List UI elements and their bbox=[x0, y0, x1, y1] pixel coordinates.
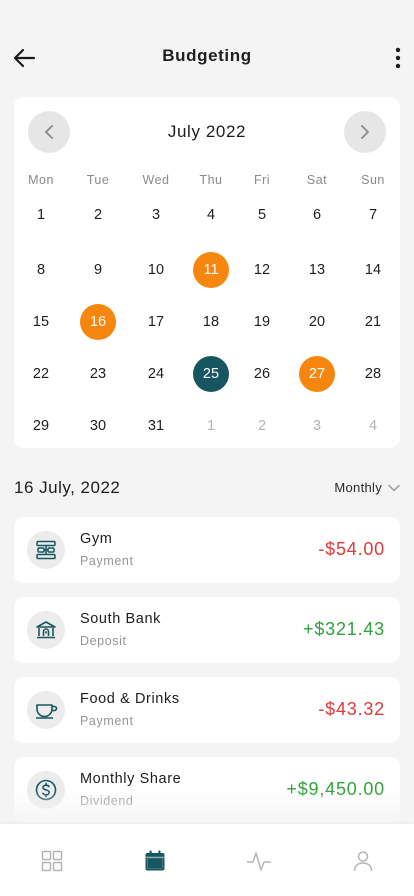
calendar-day[interactable]: 12 bbox=[244, 252, 280, 288]
calendar-day[interactable]: 10 bbox=[138, 252, 174, 288]
calendar-day[interactable]: 13 bbox=[299, 252, 335, 288]
transaction-name: Monthly Share bbox=[80, 771, 182, 787]
calendar-day[interactable]: 9 bbox=[80, 252, 116, 288]
calendar-day[interactable]: 16 bbox=[80, 304, 116, 340]
calendar-day[interactable]: 1 bbox=[23, 197, 59, 233]
calendar-day[interactable]: 4 bbox=[193, 197, 229, 233]
calendar-day[interactable]: 31 bbox=[138, 408, 174, 444]
period-dropdown[interactable]: Monthly bbox=[334, 480, 400, 495]
weekday-label: Sun bbox=[361, 173, 385, 187]
tab-dashboard[interactable] bbox=[37, 846, 67, 876]
next-month-button[interactable] bbox=[344, 111, 386, 153]
calendar-day[interactable]: 17 bbox=[138, 304, 174, 340]
page-title: Budgeting bbox=[162, 46, 252, 65]
calendar-card: July 2022 Mon Tue Wed Thu Fri Sat Sun 1 2 3 4 5 6 7 8 9… bbox=[14, 97, 400, 448]
user-icon bbox=[353, 851, 373, 872]
calendar-day[interactable]: 28 bbox=[355, 356, 391, 392]
calendar-day[interactable]: 30 bbox=[80, 408, 116, 444]
calendar-day[interactable]: 8 bbox=[23, 252, 59, 288]
month-label: July 2022 bbox=[167, 122, 247, 141]
calendar-day[interactable]: 5 bbox=[244, 197, 280, 233]
calendar-day[interactable]: 2 bbox=[80, 197, 116, 233]
activity-icon bbox=[246, 852, 272, 871]
transaction-card[interactable]: South Bank Deposit +$321.43 bbox=[14, 597, 400, 663]
date-row: 16 July, 2022 Monthly bbox=[14, 476, 400, 500]
calendar-day[interactable]: 24 bbox=[138, 356, 174, 392]
calendar-day[interactable]: 4 bbox=[355, 408, 391, 444]
calendar-day[interactable]: 21 bbox=[355, 304, 391, 340]
calendar-day[interactable]: 2 bbox=[244, 408, 280, 444]
calendar-day[interactable]: 18 bbox=[193, 304, 229, 340]
chevron-right-icon bbox=[361, 125, 369, 139]
calendar-day[interactable]: 11 bbox=[193, 252, 229, 288]
transaction-type: Payment bbox=[80, 554, 134, 568]
calendar-day[interactable]: 20 bbox=[299, 304, 335, 340]
tab-calendar[interactable] bbox=[140, 846, 170, 876]
transaction-card[interactable]: Food & Drinks Payment -$43.32 bbox=[14, 677, 400, 743]
calendar-day[interactable]: 14 bbox=[355, 252, 391, 288]
transaction-amount: -$54.00 bbox=[318, 539, 385, 559]
weekday-label: Fri bbox=[253, 173, 271, 187]
calendar-day[interactable]: 23 bbox=[80, 356, 116, 392]
calendar-day[interactable]: 19 bbox=[244, 304, 280, 340]
more-vertical-icon bbox=[395, 47, 401, 69]
bottom-tab-bar bbox=[0, 824, 414, 896]
calendar-day[interactable]: 1 bbox=[193, 408, 229, 444]
calendar-day[interactable]: 3 bbox=[299, 408, 335, 444]
scroll-fade bbox=[0, 790, 414, 826]
calendar-day[interactable]: 7 bbox=[355, 197, 391, 233]
calendar-day[interactable]: 26 bbox=[244, 356, 280, 392]
calendar-day[interactable]: 15 bbox=[23, 304, 59, 340]
bank-icon bbox=[27, 611, 65, 649]
chevron-down-icon bbox=[388, 484, 400, 491]
grid-icon bbox=[41, 850, 63, 872]
weekday-label: Thu bbox=[199, 173, 223, 187]
coffee-cup-icon bbox=[27, 691, 65, 729]
transaction-type: Deposit bbox=[80, 634, 127, 648]
weekday-label: Tue bbox=[86, 173, 110, 187]
weekday-label: Sat bbox=[306, 173, 328, 187]
transaction-name: South Bank bbox=[80, 611, 161, 627]
calendar-day[interactable]: 3 bbox=[138, 197, 174, 233]
calendar-day[interactable]: 6 bbox=[299, 197, 335, 233]
tab-profile[interactable] bbox=[348, 846, 378, 876]
calendar-day[interactable]: 29 bbox=[23, 408, 59, 444]
calendar-icon bbox=[145, 850, 165, 871]
period-dropdown-label: Monthly bbox=[334, 480, 382, 495]
transaction-amount: +$321.43 bbox=[303, 619, 385, 639]
more-options-button[interactable] bbox=[386, 42, 410, 74]
selected-date-label: 16 July, 2022 bbox=[14, 478, 121, 497]
calendar-day[interactable]: 27 bbox=[299, 356, 335, 392]
tab-activity[interactable] bbox=[244, 846, 274, 876]
transaction-type: Payment bbox=[80, 714, 134, 728]
weekday-label: Wed bbox=[142, 173, 170, 187]
transaction-name: Gym bbox=[80, 531, 113, 547]
transaction-card[interactable]: Gym Payment -$54.00 bbox=[14, 517, 400, 583]
weekday-label: Mon bbox=[28, 173, 54, 187]
transaction-name: Food & Drinks bbox=[80, 691, 180, 707]
dumbbell-icon bbox=[27, 531, 65, 569]
transaction-amount: -$43.32 bbox=[318, 699, 385, 719]
calendar-day[interactable]: 25 bbox=[193, 356, 229, 392]
calendar-day[interactable]: 22 bbox=[23, 356, 59, 392]
